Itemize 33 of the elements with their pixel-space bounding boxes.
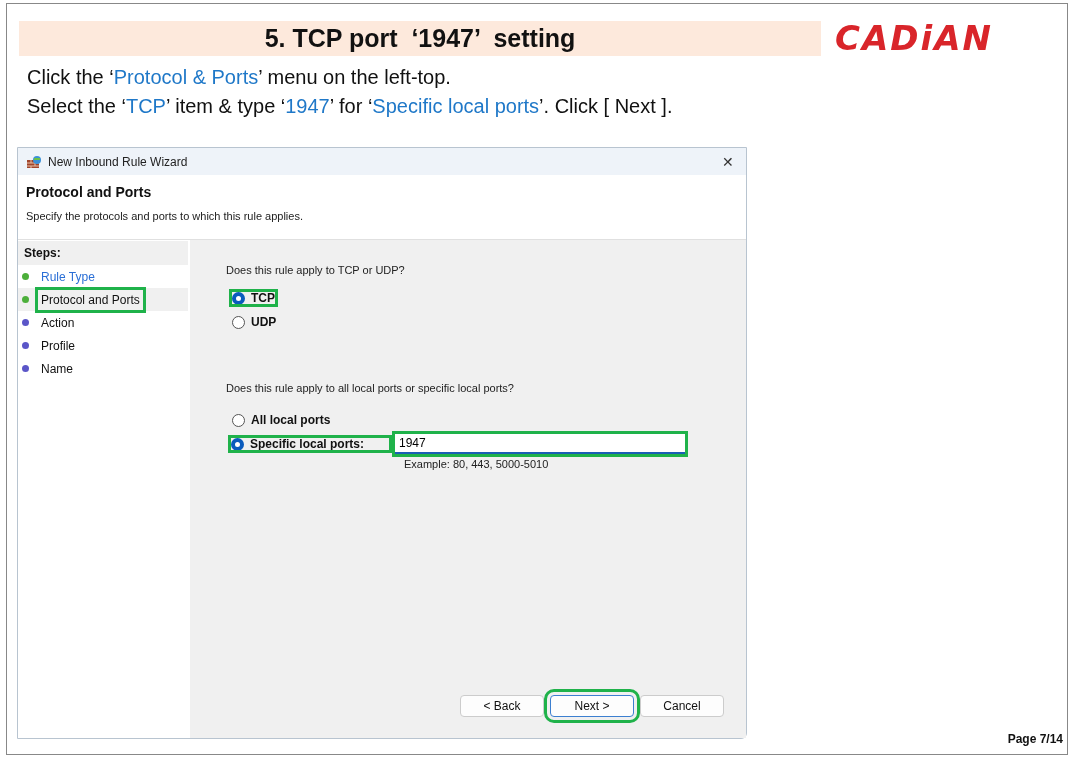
step-label: Protocol and Ports xyxy=(35,286,146,313)
step-label: Action xyxy=(40,314,76,332)
close-button[interactable]: ✕ xyxy=(718,153,738,170)
step-label: Name xyxy=(40,360,74,378)
step-item[interactable]: Name xyxy=(18,357,188,380)
port-input-field[interactable]: 1947 xyxy=(395,434,685,454)
window-title: New Inbound Rule Wizard xyxy=(48,154,189,169)
logo: CADiAN xyxy=(835,21,993,55)
step-label: Rule Type xyxy=(40,268,96,286)
page-title: 5. TCP port ‘1947’ setting xyxy=(19,21,821,56)
protocol-question: Does this rule apply to TCP or UDP? xyxy=(226,264,406,276)
page-heading: Protocol and Ports xyxy=(26,184,153,200)
instruction-text: Click the ‘Protocol & Ports’ menu on the left-top. xyxy=(27,65,452,90)
page-number: Page 7/14 xyxy=(1007,732,1063,746)
radio-icon[interactable] xyxy=(232,413,245,427)
step-item-selected[interactable]: Protocol and Ports xyxy=(18,288,188,311)
wizard-button[interactable]: Cancel xyxy=(640,695,724,717)
firewall-icon xyxy=(26,154,42,169)
ports-option[interactable]: Specific local ports: xyxy=(225,432,395,456)
steps-title: Steps: xyxy=(18,241,188,265)
ports-question: Does this rule apply to all local ports or specific local ports? xyxy=(226,382,515,394)
step-label: Profile xyxy=(40,337,76,355)
protocol-option[interactable]: TCP xyxy=(226,286,281,310)
step-item[interactable]: Profile xyxy=(18,334,188,357)
step-item[interactable]: Rule Type xyxy=(18,265,188,288)
port-example-text: Example: 80, 443, 5000-5010 xyxy=(404,458,550,470)
ports-option[interactable]: All local ports xyxy=(226,408,337,432)
protocol-option[interactable]: UDP xyxy=(226,310,283,334)
radio-icon[interactable] xyxy=(232,315,245,329)
instruction-text: Select the ‘TCP’ item & type ‘1947’ for ‘Specific local ports’. Click [ Next ]. xyxy=(27,94,674,119)
step-item[interactable]: Action xyxy=(18,311,188,334)
wizard-button[interactable]: < Back xyxy=(460,695,544,717)
page-description: Specify the protocols and ports to which this rule applies. xyxy=(26,210,304,222)
